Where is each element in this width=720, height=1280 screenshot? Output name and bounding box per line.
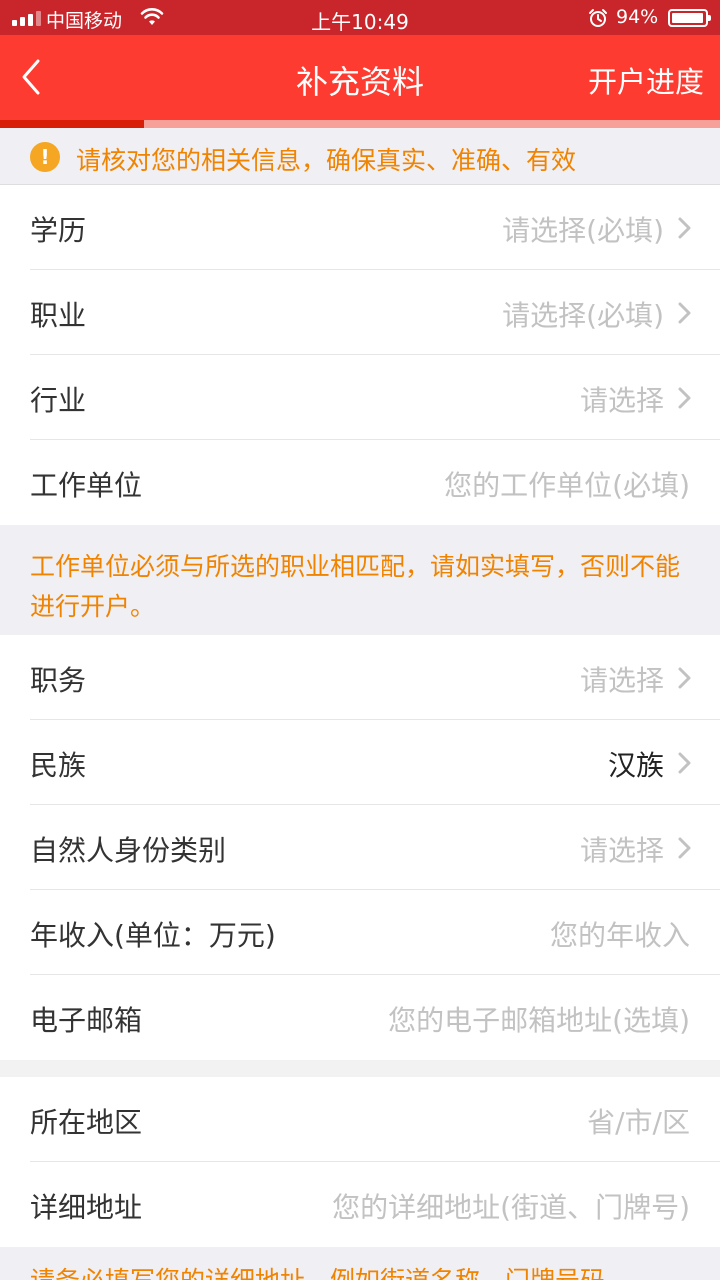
notice-text: 请核对您的相关信息，确保真实、准确、有效	[76, 146, 577, 175]
industry-value: 请选择	[579, 384, 664, 417]
education-value: 请选择(必填)	[502, 214, 664, 247]
employer-hint: 工作单位必须与所选的职业相匹配，请如实填写，否则不能进行开户。	[0, 525, 720, 635]
position-value: 请选择	[579, 664, 664, 697]
annual-income-input[interactable]: 您的年收入	[550, 914, 690, 954]
education-label: 学历	[30, 214, 87, 247]
warning-icon: !	[30, 142, 60, 172]
occupation-value: 请选择(必填)	[502, 299, 664, 332]
email-input[interactable]: 您的电子邮箱地址(选填)	[388, 999, 690, 1039]
identity-type-row[interactable]: 自然人身份类别 请选择	[0, 805, 720, 890]
chevron-right-icon	[678, 667, 691, 689]
industry-row[interactable]: 行业 请选择	[0, 355, 720, 440]
employer-label: 工作单位	[30, 469, 143, 502]
employer-input[interactable]: 您的工作单位(必填)	[444, 464, 690, 504]
battery-icon	[668, 9, 711, 27]
address-label: 详细地址	[30, 1191, 143, 1224]
form-group-details: 职务 请选择 民族 汉族 自然人身份类别 请选择 年收入(单位：万元) 您的年收…	[0, 635, 720, 1060]
progress-bar	[0, 120, 720, 128]
address-input[interactable]: 您的详细地址(街道、门牌号)	[332, 1186, 690, 1226]
address-row: 详细地址 您的详细地址(街道、门牌号)	[0, 1162, 720, 1247]
battery-percent: 94%	[616, 6, 659, 28]
chevron-right-icon	[678, 837, 691, 859]
position-label: 职务	[30, 664, 87, 697]
chevron-right-icon	[678, 217, 691, 239]
employer-row: 工作单位 您的工作单位(必填)	[0, 440, 720, 525]
account-progress-button[interactable]: 开户进度	[588, 59, 704, 101]
form-group-address: 所在地区 省/市/区 详细地址 您的详细地址(街道、门牌号)	[0, 1077, 720, 1247]
status-bar: 中国移动 上午10:49 94%	[0, 0, 720, 35]
industry-label: 行业	[30, 384, 87, 417]
identity-type-label: 自然人身份类别	[30, 834, 227, 867]
form-group-basic: 学历 请选择(必填) 职业 请选择(必填) 行业 请选择 工作单位 您的工作单位…	[0, 185, 720, 525]
address-hint: 请务必填写您的详细地址，例如街道名称、门牌号码	[0, 1247, 720, 1280]
status-time: 上午10:49	[311, 10, 409, 34]
progress-fill	[0, 120, 144, 128]
ethnicity-label: 民族	[30, 749, 87, 782]
annual-income-label: 年收入(单位：万元)	[30, 919, 276, 952]
region-value: 省/市/区	[587, 1106, 690, 1139]
chevron-right-icon	[678, 387, 691, 409]
chevron-right-icon	[678, 752, 691, 774]
identity-type-value: 请选择	[579, 834, 664, 867]
email-label: 电子邮箱	[30, 1004, 143, 1037]
email-row: 电子邮箱 您的电子邮箱地址(选填)	[0, 975, 720, 1060]
ethnicity-row[interactable]: 民族 汉族	[0, 720, 720, 805]
region-row[interactable]: 所在地区 省/市/区	[0, 1077, 720, 1162]
nav-bar: 补充资料 开户进度	[0, 35, 720, 120]
position-row[interactable]: 职务 请选择	[0, 635, 720, 720]
education-row[interactable]: 学历 请选择(必填)	[0, 185, 720, 270]
ethnicity-value: 汉族	[607, 749, 664, 782]
region-label: 所在地区	[30, 1106, 143, 1139]
annual-income-row: 年收入(单位：万元) 您的年收入	[0, 890, 720, 975]
occupation-label: 职业	[30, 299, 87, 332]
notice-banner: ! 请核对您的相关信息，确保真实、准确、有效	[0, 128, 720, 185]
alarm-icon	[589, 9, 607, 27]
chevron-right-icon	[678, 302, 691, 324]
occupation-row[interactable]: 职业 请选择(必填)	[0, 270, 720, 355]
